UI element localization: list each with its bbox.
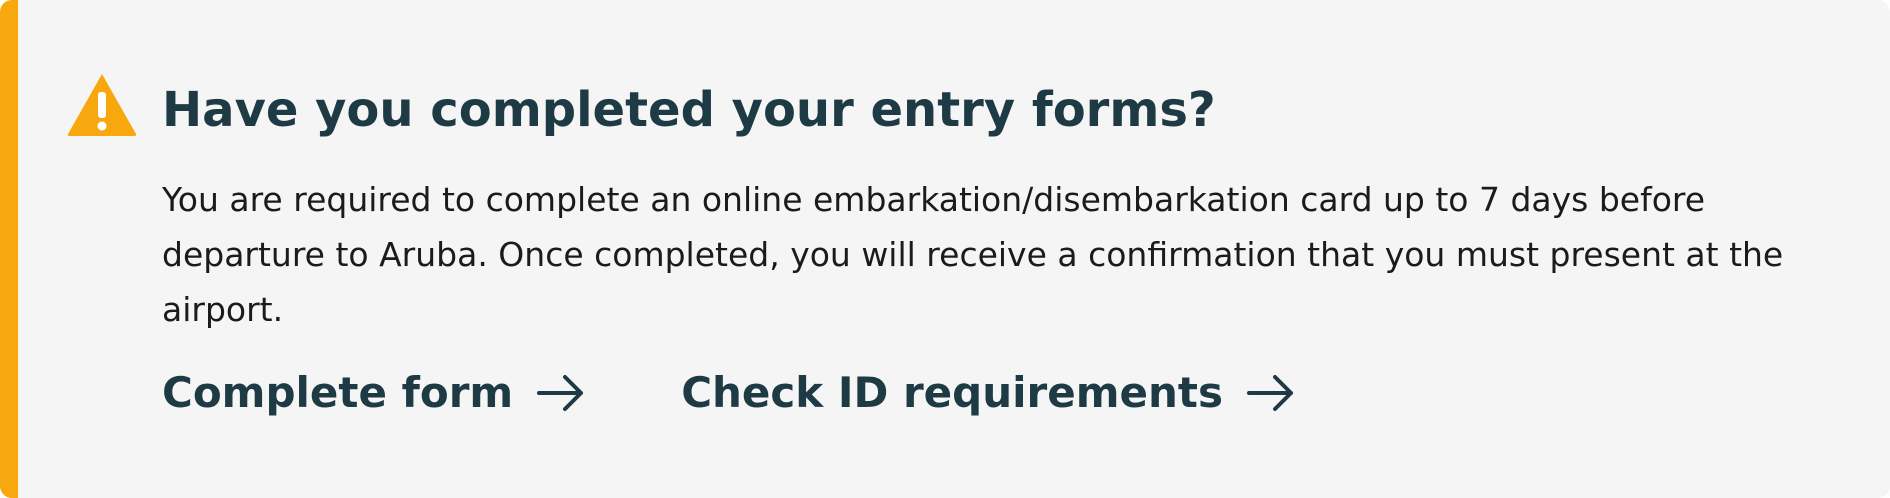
alert-body: You are required to complete an online e… <box>162 180 1784 329</box>
complete-form-link[interactable]: Complete form <box>162 368 585 417</box>
warning-triangle-icon <box>67 74 137 136</box>
alert-title: Have you completed your entry forms? <box>162 82 1216 138</box>
check-id-requirements-label: Check ID requirements <box>681 368 1223 417</box>
check-id-requirements-link[interactable]: Check ID requirements <box>681 368 1295 417</box>
entry-forms-alert: Have you completed your entry forms? You… <box>0 0 1890 498</box>
arrow-right-icon <box>537 374 584 411</box>
arrow-right-icon <box>1246 374 1293 411</box>
complete-form-label: Complete form <box>162 368 514 417</box>
alert-links: Complete form Check ID requirements <box>162 368 1295 417</box>
